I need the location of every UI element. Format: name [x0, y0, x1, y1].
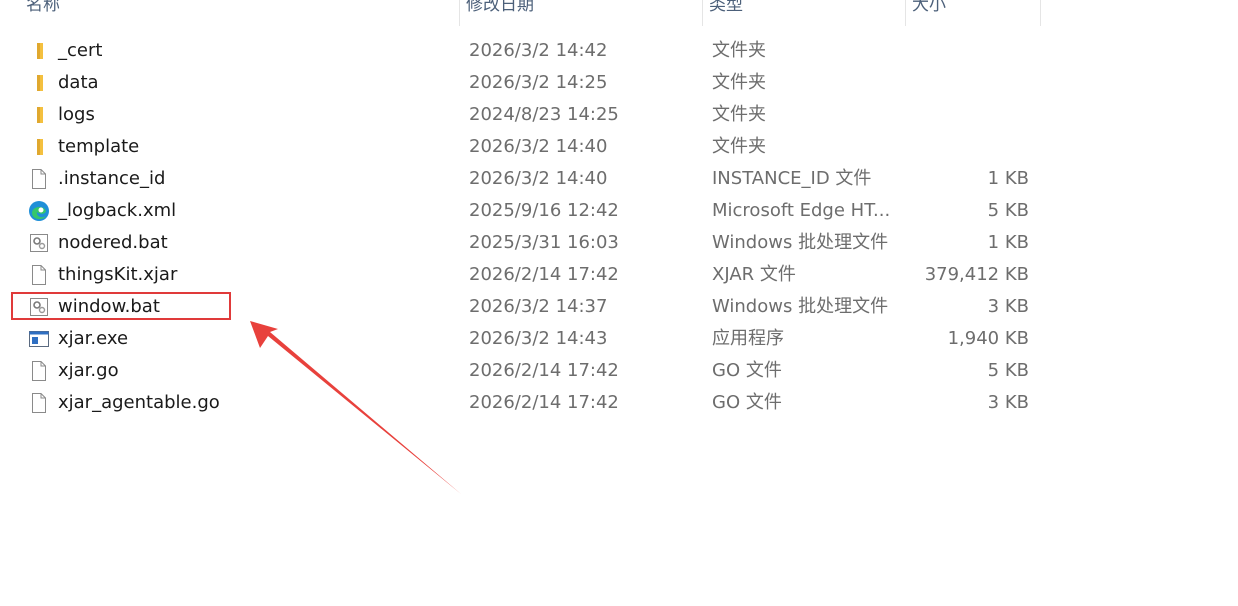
annotation-arrow — [250, 321, 461, 494]
file-explorer-window: 名称 修改日期 类型 大小 _cert 2026/3/2 14:42 文件夹 d… — [0, 0, 1238, 606]
annotation-arrow-shape — [250, 321, 461, 494]
